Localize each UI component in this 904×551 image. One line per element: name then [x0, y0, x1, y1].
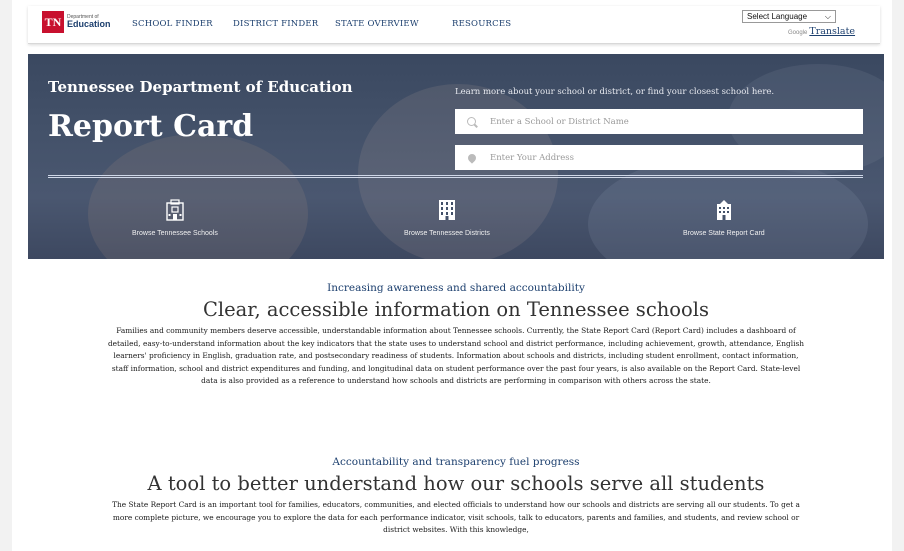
section-body: The State Report Card is an important to…: [112, 500, 800, 535]
section-heading: Clear, accessible information on Tenness…: [202, 298, 710, 321]
section-heading: A tool to better understand how our scho…: [147, 472, 765, 495]
school-building-icon: [163, 198, 187, 222]
language-select[interactable]: Select Language ⌵: [742, 10, 836, 23]
section-body: Families and community members deserve a…: [107, 326, 805, 386]
school-search-box: [455, 109, 863, 134]
nav-district-finder[interactable]: DISTRICT FINDER: [233, 19, 318, 29]
browse-schools-button[interactable]: Browse Tennessee Schools: [132, 198, 218, 237]
hero-title: Report Card: [48, 109, 254, 144]
nav-school-finder[interactable]: SCHOOL FINDER: [132, 19, 213, 29]
top-nav: TN Department of Education SCHOOL FINDER…: [28, 6, 880, 44]
school-search-input[interactable]: [490, 116, 850, 127]
search-icon: [467, 117, 476, 126]
hero-subtitle: Tennessee Department of Education: [48, 78, 353, 96]
nav-state-overview[interactable]: STATE OVERVIEW: [335, 19, 419, 29]
browse-districts-button[interactable]: Browse Tennessee Districts: [404, 198, 490, 237]
translate-link[interactable]: Translate: [809, 26, 855, 37]
page: TN Department of Education SCHOOL FINDER…: [12, 0, 892, 551]
section-kicker: Increasing awareness and shared accounta…: [327, 282, 585, 294]
section-clear-information: Increasing awareness and shared accounta…: [28, 282, 884, 388]
hero-divider: [48, 175, 863, 178]
browse-state-label: Browse State Report Card: [683, 230, 765, 237]
hero-banner: Tennessee Department of Education Report…: [28, 54, 884, 259]
section-kicker: Accountability and transparency fuel pro…: [332, 456, 580, 468]
section-better-understand: Accountability and transparency fuel pro…: [28, 456, 884, 537]
logo-education-text: Education: [67, 19, 111, 29]
browse-schools-label: Browse Tennessee Schools: [132, 230, 218, 237]
browse-state-button[interactable]: Browse State Report Card: [683, 198, 765, 237]
google-translate: Google Translate: [788, 26, 855, 37]
state-report-icon: [712, 198, 736, 222]
location-pin-icon: [466, 151, 478, 164]
google-label: Google: [788, 30, 808, 36]
district-building-icon: [435, 198, 459, 222]
address-search-input[interactable]: [490, 152, 850, 163]
nav-resources[interactable]: RESOURCES: [452, 19, 511, 29]
hero-learn-text: Learn more about your school or district…: [455, 87, 775, 97]
tn-education-logo[interactable]: TN Department of Education: [42, 11, 111, 33]
address-search-box: [455, 145, 863, 170]
tn-logo-mark: TN: [42, 11, 64, 33]
chevron-down-icon: ⌵: [824, 11, 831, 21]
browse-districts-label: Browse Tennessee Districts: [404, 230, 490, 237]
